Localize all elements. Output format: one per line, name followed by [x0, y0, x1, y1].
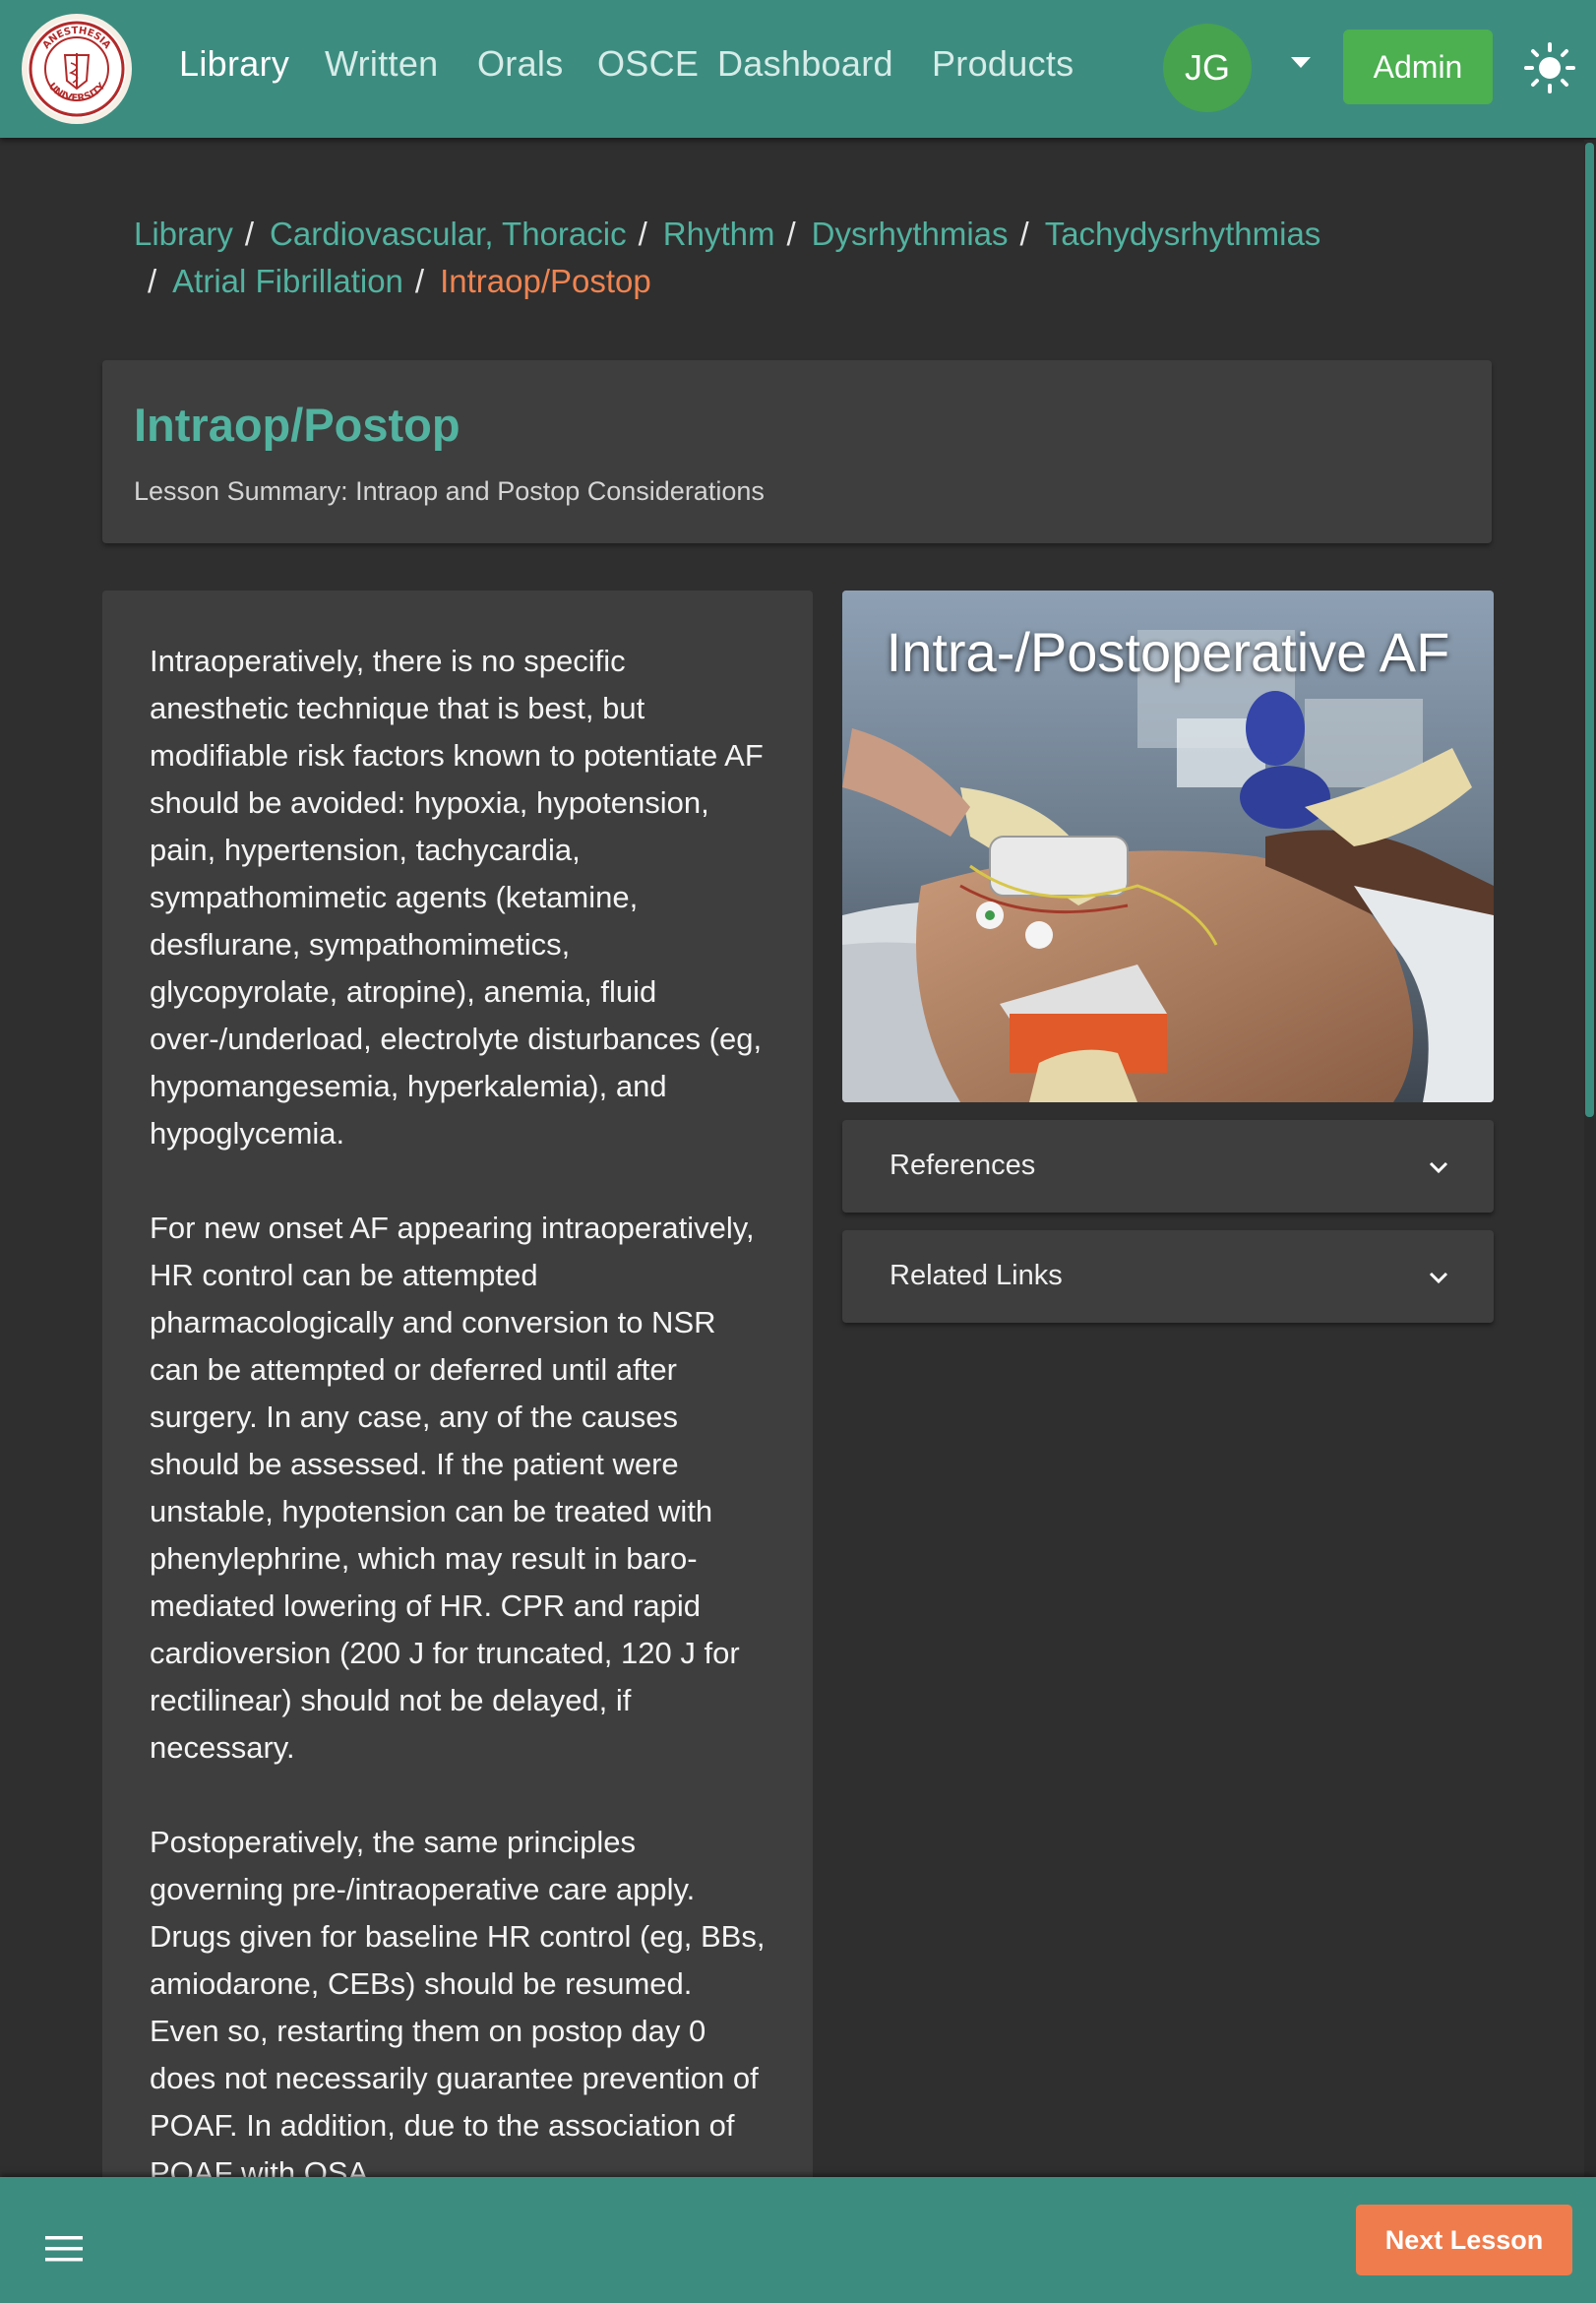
- nav-link-osce[interactable]: OSCE: [597, 43, 699, 85]
- admin-button[interactable]: Admin: [1343, 30, 1493, 104]
- lesson-paragraph: For new onset AF appearing intraoperativ…: [150, 1211, 755, 1765]
- page-scrollbar-thumb[interactable]: [1585, 143, 1594, 1117]
- breadcrumb-atrial-fibrillation[interactable]: Atrial Fibrillation: [172, 263, 403, 299]
- references-label: References: [890, 1150, 1036, 1181]
- hamburger-menu-icon[interactable]: [45, 2234, 83, 2264]
- lesson-paragraph: Intraoperatively, there is no specific a…: [150, 644, 764, 1151]
- breadcrumb-separator: /: [148, 263, 157, 299]
- breadcrumb: Library / Cardiovascular, Thoracic / Rhythm /…: [134, 211, 1511, 305]
- breadcrumb-separator: /: [414, 263, 425, 299]
- user-menu-dropdown-icon[interactable]: [1291, 57, 1311, 68]
- lesson-summary: Lesson Summary: Intraop and Postop Consi…: [134, 476, 765, 506]
- image-caption: Intra-/Postoperative AF: [886, 621, 1450, 683]
- lesson-header-card: Intraop/Postop Lesson Summary: Intraop a…: [102, 360, 1492, 543]
- lesson-paragraph: Postoperatively, the same principles gov…: [150, 1825, 766, 2190]
- nav-link-written[interactable]: Written: [325, 43, 438, 85]
- breadcrumb-library[interactable]: Library: [134, 216, 233, 252]
- breadcrumb-separator: /: [638, 216, 647, 252]
- nav-link-products[interactable]: Products: [932, 43, 1074, 85]
- nav-link-dashboard[interactable]: Dashboard: [717, 43, 893, 85]
- next-lesson-button[interactable]: Next Lesson: [1356, 2205, 1572, 2275]
- breadcrumb-rhythm[interactable]: Rhythm: [663, 216, 775, 252]
- breadcrumb-cardiovascular-thoracic[interactable]: Cardiovascular, Thoracic: [270, 216, 627, 252]
- logo-seal-icon: ANESTHESIA UNIVERSITY: [29, 21, 125, 117]
- sun-icon[interactable]: [1523, 41, 1576, 94]
- related-links-accordion[interactable]: Related Links: [842, 1230, 1494, 1323]
- breadcrumb-separator: /: [1019, 216, 1029, 252]
- user-avatar[interactable]: JG: [1163, 24, 1252, 112]
- chevron-down-icon: [1429, 1161, 1448, 1174]
- page-title: Intraop/Postop: [134, 399, 460, 451]
- breadcrumb-dysrhythmias[interactable]: Dysrhythmias: [812, 216, 1009, 252]
- university-logo[interactable]: ANESTHESIA UNIVERSITY: [22, 14, 132, 124]
- lesson-image[interactable]: Intra-/Postoperative AF: [842, 591, 1494, 1102]
- top-navbar: ANESTHESIA UNIVERSITY Library Written Or…: [0, 0, 1596, 138]
- references-accordion[interactable]: References: [842, 1120, 1494, 1213]
- related-links-label: Related Links: [890, 1260, 1063, 1291]
- breadcrumb-separator: /: [244, 216, 255, 252]
- nav-link-library[interactable]: Library: [179, 43, 289, 85]
- breadcrumb-separator: /: [786, 216, 796, 252]
- breadcrumb-current: Intraop/Postop: [440, 263, 651, 299]
- lesson-content-card: Intraoperatively, there is no specific a…: [102, 591, 813, 2214]
- breadcrumb-tachydysrhythmias[interactable]: Tachydysrhythmias: [1045, 216, 1321, 252]
- bottom-navbar: Next Lesson: [0, 2177, 1596, 2303]
- nav-link-orals[interactable]: Orals: [477, 43, 564, 85]
- chevron-down-icon: [1429, 1272, 1448, 1284]
